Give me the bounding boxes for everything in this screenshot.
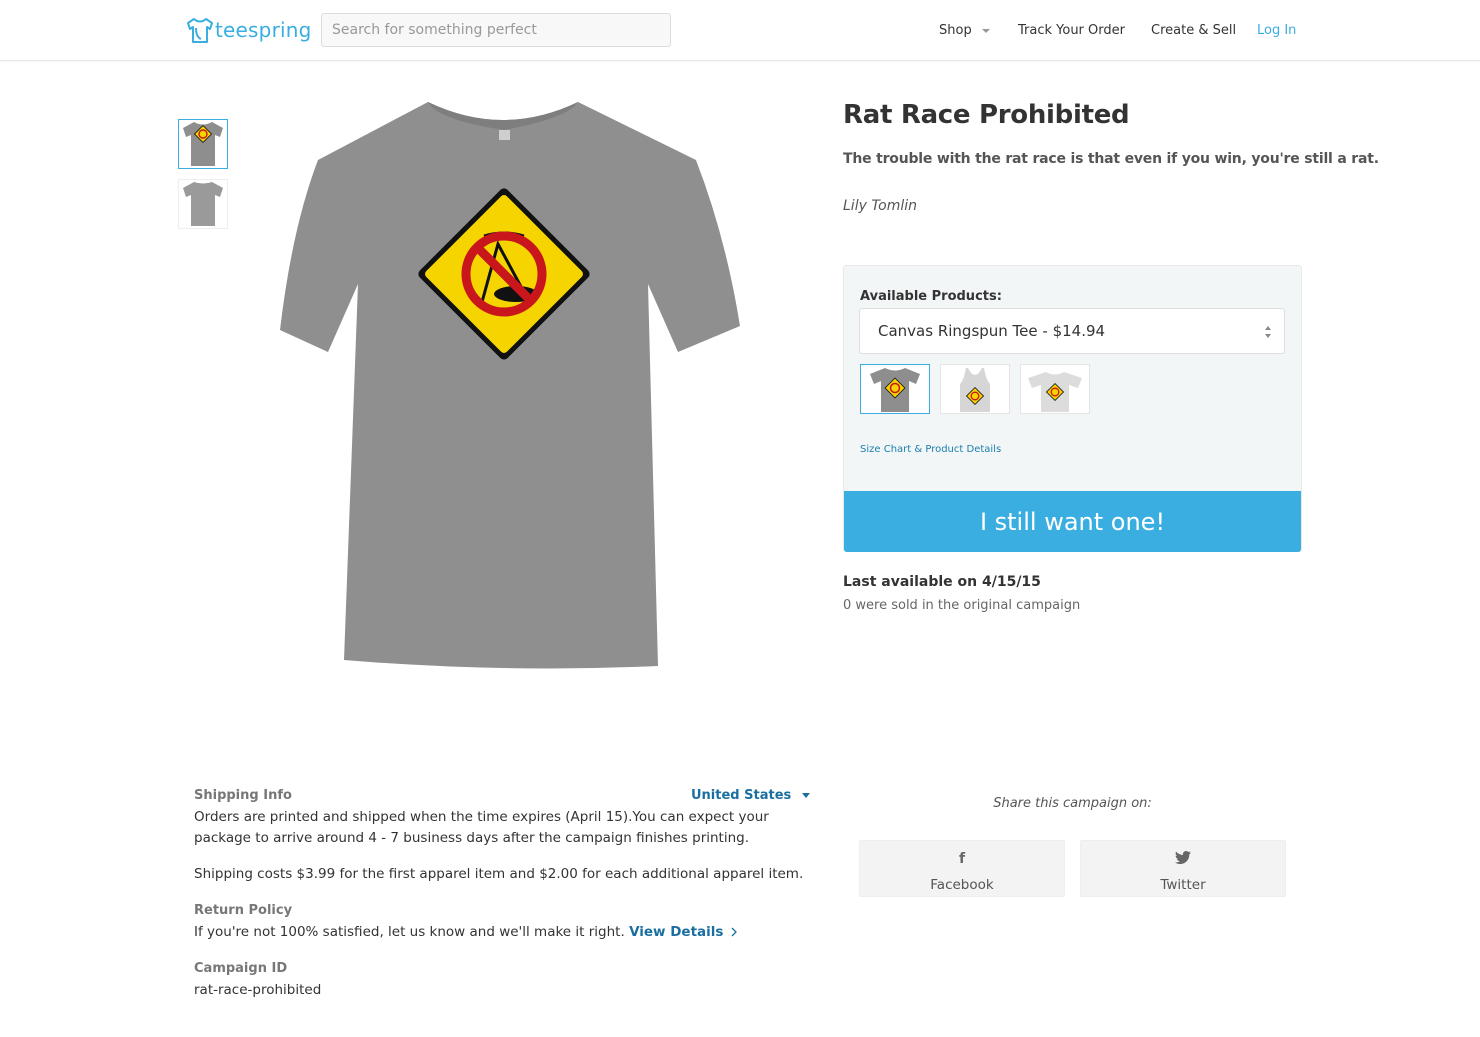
tank-swatch-icon bbox=[960, 368, 990, 412]
country-select[interactable]: United States bbox=[691, 788, 811, 803]
nav-track-label: Track Your Order bbox=[1018, 23, 1125, 38]
buy-button[interactable]: I still want one! bbox=[844, 491, 1301, 552]
view-details-link[interactable]: View Details bbox=[629, 924, 738, 940]
ladies-tee-swatch-icon bbox=[1028, 372, 1082, 412]
nav-shop-label: Shop bbox=[939, 23, 972, 38]
front-view-thumbnail[interactable] bbox=[178, 119, 228, 169]
campaign-title: Rat Race Prohibited bbox=[843, 100, 1130, 130]
nav-create-sell[interactable]: Create & Sell bbox=[1151, 0, 1236, 61]
return-policy-heading: Return Policy bbox=[194, 903, 293, 918]
sold-count: 0 were sold in the original campaign bbox=[843, 598, 1081, 613]
chevron-down-icon bbox=[802, 793, 811, 798]
nav-login[interactable]: Log In bbox=[1257, 0, 1296, 61]
shipping-info-heading: Shipping Info bbox=[194, 788, 292, 803]
nav-shop[interactable]: Shop bbox=[939, 0, 990, 61]
facebook-icon: f bbox=[958, 851, 966, 867]
swatch-tee[interactable] bbox=[860, 364, 930, 414]
facebook-label: Facebook bbox=[930, 877, 994, 893]
return-policy-text: If you're not 100% satisfied, let us kno… bbox=[194, 924, 625, 940]
nav-track-order[interactable]: Track Your Order bbox=[1018, 0, 1125, 61]
return-policy-text-row: If you're not 100% satisfied, let us kno… bbox=[194, 922, 738, 943]
product-swatches bbox=[860, 364, 1090, 414]
country-value: United States bbox=[691, 788, 792, 803]
product-image bbox=[280, 102, 740, 669]
share-twitter-button[interactable]: Twitter bbox=[1080, 840, 1286, 897]
swatch-ladies-tee[interactable] bbox=[1020, 364, 1090, 414]
last-available-date: Last available on 4/15/15 bbox=[843, 574, 1041, 590]
swatch-tank[interactable] bbox=[940, 364, 1010, 414]
shirt-back-thumb-icon bbox=[183, 182, 223, 226]
campaign-id-heading: Campaign ID bbox=[194, 961, 288, 976]
shipping-info-text: Orders are printed and shipped when the … bbox=[194, 809, 769, 846]
tee-swatch-icon bbox=[870, 368, 920, 412]
nav-create-label: Create & Sell bbox=[1151, 23, 1237, 38]
nav-login-label: Log In bbox=[1257, 23, 1297, 38]
twitter-icon bbox=[1081, 851, 1285, 868]
teespring-logo[interactable]: teespring bbox=[185, 14, 312, 46]
view-details-label: View Details bbox=[629, 924, 724, 940]
size-chart-link[interactable]: Size Chart & Product Details bbox=[860, 444, 1001, 455]
logo-text: teespring bbox=[215, 18, 312, 42]
quote-author: Lily Tomlin bbox=[843, 198, 917, 214]
twitter-label: Twitter bbox=[1160, 877, 1206, 893]
back-view-thumbnail[interactable] bbox=[178, 179, 228, 229]
shipping-cost-text: Shipping costs $3.99 for the first appar… bbox=[194, 866, 804, 882]
shirt-front-thumb-icon bbox=[183, 122, 223, 166]
select-arrows-icon bbox=[1265, 326, 1271, 338]
shirt-logo-icon bbox=[187, 18, 213, 43]
campaign-description: The trouble with the rat race is that ev… bbox=[843, 151, 1379, 167]
available-products-label: Available Products: bbox=[860, 289, 1002, 304]
search-box[interactable] bbox=[321, 13, 671, 47]
campaign-id-value: rat-race-prohibited bbox=[194, 982, 322, 998]
search-input[interactable] bbox=[322, 14, 670, 46]
selected-product-value: Canvas Ringspun Tee - $14.94 bbox=[878, 322, 1106, 340]
chevron-right-icon bbox=[731, 927, 738, 937]
share-label: Share this campaign on: bbox=[993, 796, 1152, 811]
top-header: teespring Shop Track Your Order Create &… bbox=[0, 0, 1480, 61]
chevron-down-icon bbox=[981, 28, 990, 33]
share-facebook-button[interactable]: f Facebook bbox=[859, 840, 1065, 897]
product-selector-panel: Available Products: Canvas Ringspun Tee … bbox=[843, 265, 1302, 552]
product-select[interactable]: Canvas Ringspun Tee - $14.94 bbox=[859, 308, 1285, 354]
